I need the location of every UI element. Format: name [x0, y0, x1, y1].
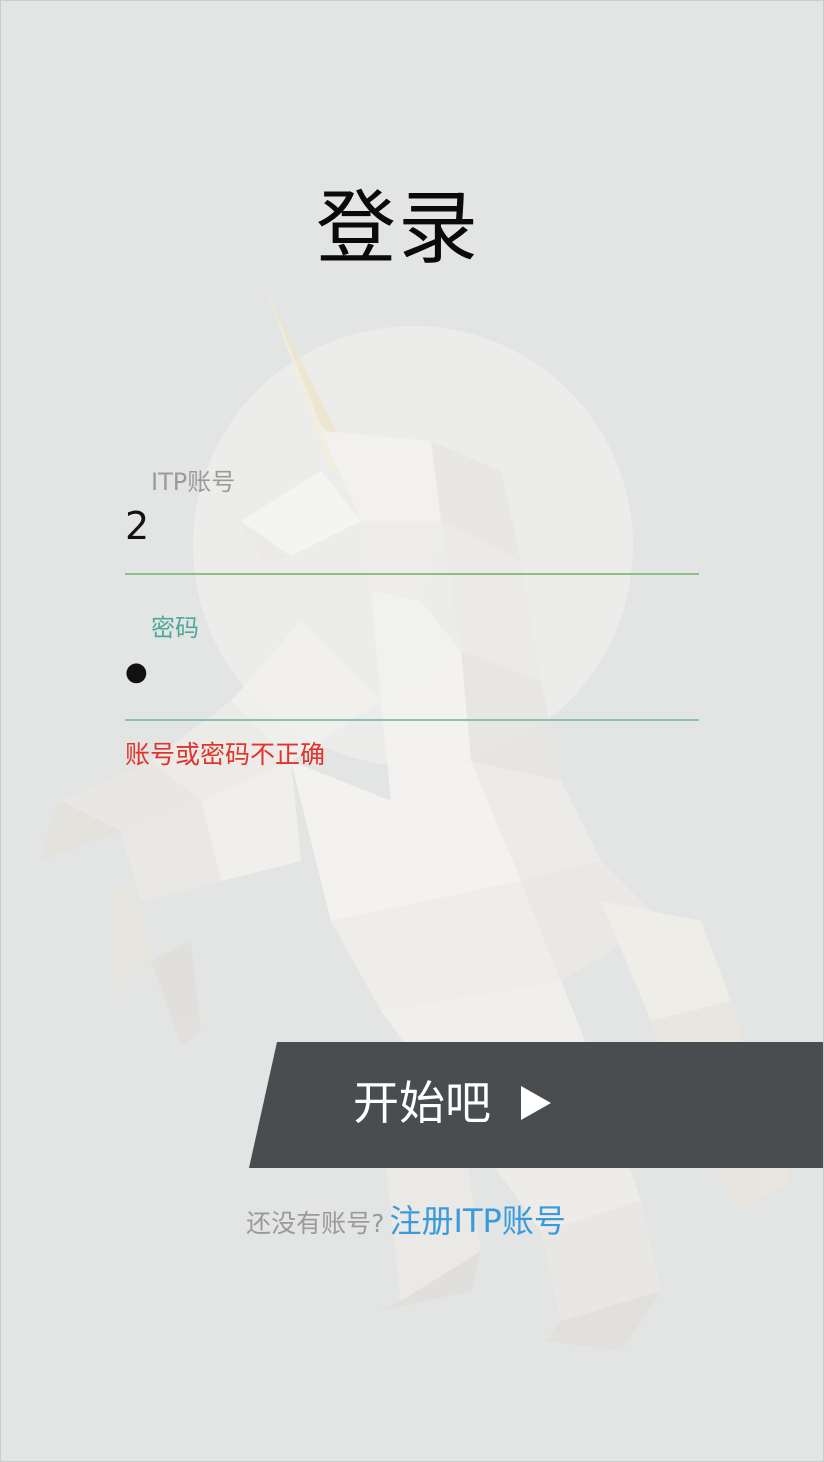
page-title: 登录 — [316, 182, 480, 275]
account-input[interactable] — [125, 496, 685, 556]
signup-link[interactable]: 注册ITP账号 — [390, 1202, 566, 1240]
account-field-label: ITP账号 — [151, 468, 236, 496]
play-triangle-icon — [521, 1086, 551, 1120]
error-message: 账号或密码不正确 — [125, 740, 326, 769]
login-screen: 登录 ITP账号 密码 账号或密码不正确 开始吧 还没有账号? 注册ITP账号 — [0, 0, 824, 1462]
password-field-label: 密码 — [151, 614, 199, 642]
password-underline — [125, 719, 699, 721]
account-underline — [125, 573, 699, 575]
password-field: 密码 — [125, 609, 699, 723]
account-field: ITP账号 — [125, 463, 699, 577]
signup-row: 还没有账号? 注册ITP账号 — [1, 1196, 811, 1242]
password-input[interactable] — [125, 642, 685, 702]
start-button-label: 开始吧 — [353, 1076, 491, 1130]
start-button[interactable]: 开始吧 — [249, 1042, 823, 1168]
signup-prompt: 还没有账号? — [246, 1209, 385, 1238]
